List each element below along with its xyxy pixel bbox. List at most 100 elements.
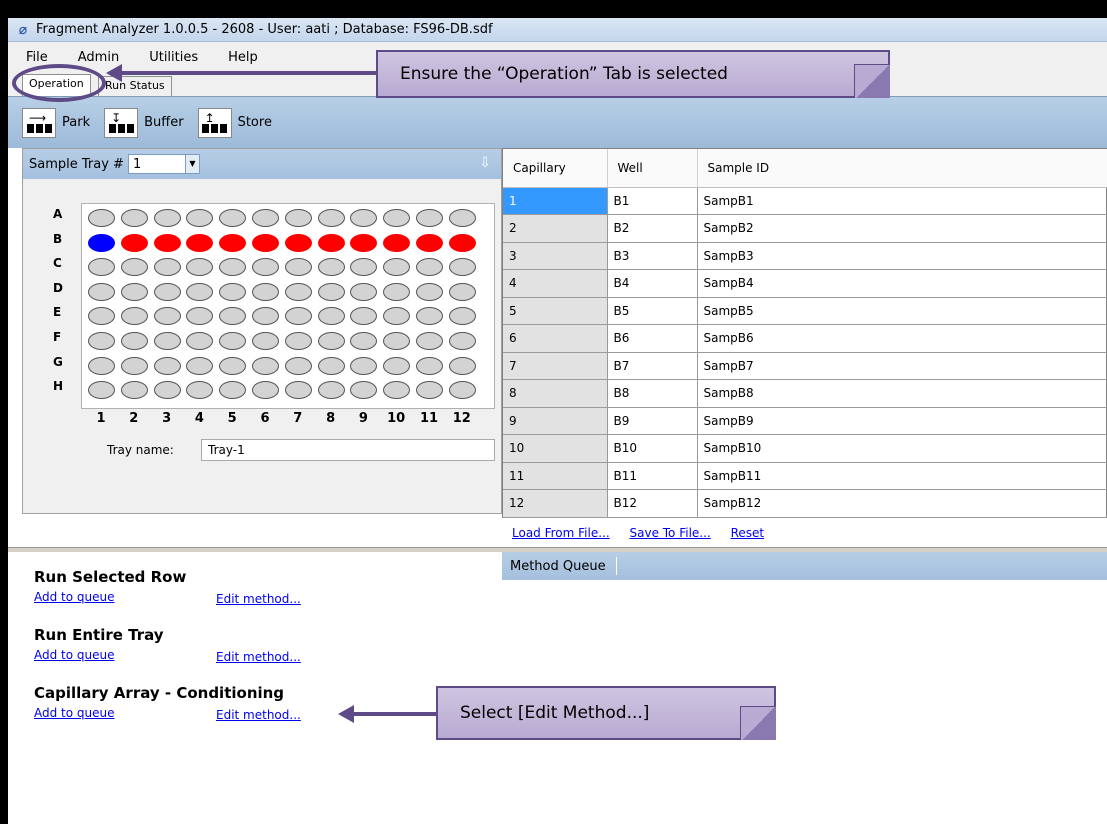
well-D12[interactable] [448,282,476,301]
tray-name-input[interactable]: Tray-1 [201,439,495,461]
well-F4[interactable] [186,332,214,350]
well-G5[interactable] [219,356,247,375]
well-B7[interactable] [284,233,312,252]
well-E10[interactable] [383,307,411,326]
load-from-file-link[interactable]: Load From File... [512,526,610,540]
run-selected-row-edit-link[interactable]: Edit method... [216,592,301,606]
capillary-cell[interactable]: 5 [503,297,608,325]
sample-tray-select[interactable]: 1 ▼ [127,154,200,174]
table-row[interactable]: 7 B7 SampB7 [503,352,1107,380]
well-cell[interactable]: B12 [607,489,698,518]
well-G10[interactable] [383,356,411,375]
well-B2[interactable] [120,233,148,252]
well-D9[interactable] [350,282,378,301]
sample-id-cell[interactable]: SampB10 [697,434,1107,463]
save-to-file-link[interactable]: Save To File... [630,526,711,540]
well-C9[interactable] [350,258,378,277]
well-E4[interactable] [186,307,214,326]
well-C8[interactable] [317,258,345,277]
well-cell[interactable]: B10 [607,434,698,463]
well-E7[interactable] [284,307,312,326]
well-F6[interactable] [252,332,279,350]
well-A11[interactable] [416,209,443,227]
pin-icon[interactable]: ⇩ [479,155,491,171]
capillary-cell[interactable]: 11 [503,462,608,490]
well-A12[interactable] [448,209,476,227]
well-A3[interactable] [153,209,181,227]
well-A1[interactable] [88,209,115,227]
menu-file[interactable]: File [26,50,48,65]
well-G6[interactable] [252,356,279,375]
well-C12[interactable] [448,258,476,277]
well-D11[interactable] [416,282,443,301]
table-row[interactable]: 3 B3 SampB3 [503,242,1107,270]
well-G7[interactable] [284,356,312,375]
well-D6[interactable] [252,282,279,301]
well-B3[interactable] [153,233,181,252]
well-cell[interactable]: B3 [607,242,698,270]
well-C11[interactable] [416,258,443,277]
well-A5[interactable] [219,209,247,227]
well-C7[interactable] [284,258,312,277]
well-E11[interactable] [416,307,443,326]
well-cell[interactable]: B5 [607,297,698,325]
well-C5[interactable] [219,258,247,277]
well-F10[interactable] [383,332,411,350]
well-H3[interactable] [153,381,181,400]
well-H11[interactable] [416,381,443,400]
well-B10[interactable] [383,233,411,252]
well-cell[interactable]: B8 [607,379,698,408]
table-row[interactable]: 2 B2 SampB2 [503,214,1107,243]
sample-id-cell[interactable]: SampB4 [697,269,1107,298]
well-C10[interactable] [383,258,411,277]
well-B1[interactable] [88,233,115,252]
store-button[interactable]: ↥ Store [197,107,272,138]
sample-id-cell[interactable]: SampB7 [697,352,1107,380]
menu-utilities[interactable]: Utilities [149,50,198,65]
table-row[interactable]: 11 B11 SampB11 [503,462,1107,490]
well-B6[interactable] [252,233,279,252]
well-E6[interactable] [252,307,279,326]
table-row[interactable]: 4 B4 SampB4 [503,269,1107,298]
capillary-cell[interactable]: 2 [503,214,608,243]
well-F11[interactable] [416,332,443,350]
well-E1[interactable] [88,307,115,326]
well-D4[interactable] [186,282,214,301]
menu-help[interactable]: Help [228,50,258,65]
well-D5[interactable] [219,282,247,301]
well-G12[interactable] [448,356,476,375]
well-G9[interactable] [350,356,378,375]
well-A4[interactable] [186,209,214,227]
well-cell[interactable]: B11 [607,462,698,490]
well-C1[interactable] [88,258,115,277]
well-H8[interactable] [317,381,345,400]
well-C3[interactable] [153,258,181,277]
well-E8[interactable] [317,307,345,326]
capillary-cell[interactable]: 4 [503,269,608,298]
well-A10[interactable] [383,209,411,227]
conditioning-add-link[interactable]: Add to queue [34,706,115,720]
well-A6[interactable] [252,209,279,227]
well-A8[interactable] [317,209,345,227]
well-H2[interactable] [120,381,148,400]
well-C6[interactable] [252,258,279,277]
well-A2[interactable] [120,209,148,227]
well-E12[interactable] [448,307,476,326]
well-B8[interactable] [317,233,345,252]
well-D3[interactable] [153,282,181,301]
well-cell[interactable]: B6 [607,324,698,353]
well-E9[interactable] [350,307,378,326]
sample-id-cell[interactable]: SampB9 [697,407,1107,435]
run-entire-tray-edit-link[interactable]: Edit method... [216,650,301,664]
well-G8[interactable] [317,356,345,375]
sample-id-cell[interactable]: SampB11 [697,462,1107,490]
well-C4[interactable] [186,258,214,277]
sample-id-cell[interactable]: SampB6 [697,324,1107,353]
well-B12[interactable] [448,233,476,252]
sample-id-cell[interactable]: SampB1 [697,187,1107,215]
column-header-well[interactable]: Well [607,149,698,188]
well-B11[interactable] [416,233,443,252]
well-F1[interactable] [88,332,115,350]
well-D7[interactable] [284,282,312,301]
menu-admin[interactable]: Admin [78,50,119,65]
